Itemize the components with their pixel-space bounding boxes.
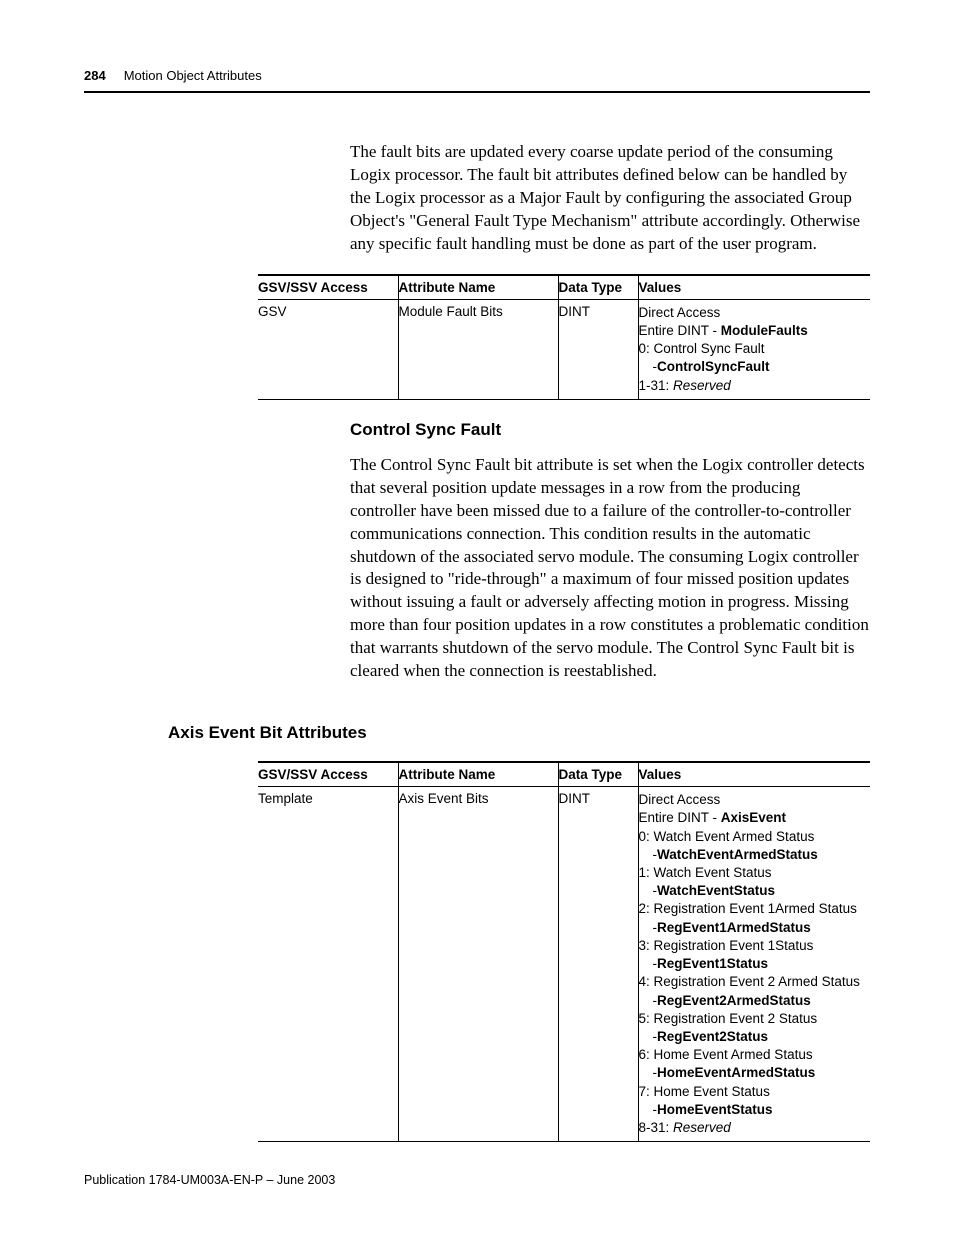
- axis-event-bit-attributes-heading: Axis Event Bit Attributes: [168, 723, 870, 743]
- col-header-name: Attribute Name: [398, 762, 558, 787]
- value-line: -RegEvent1ArmedStatus: [639, 919, 863, 937]
- value-line: Direct Access: [639, 791, 863, 809]
- cell-type: DINT: [558, 299, 638, 399]
- axis-event-bits-table: GSV/SSV Access Attribute Name Data Type …: [258, 761, 870, 1142]
- table-row: GSV Module Fault Bits DINT Direct Access…: [258, 299, 870, 399]
- col-header-name: Attribute Name: [398, 275, 558, 300]
- value-line: -RegEvent1Status: [639, 955, 863, 973]
- value-line: 2: Registration Event 1Armed Status: [639, 900, 863, 918]
- value-line: Entire DINT - ModuleFaults: [639, 322, 863, 340]
- table-row: Template Axis Event Bits DINT Direct Acc…: [258, 787, 870, 1142]
- cell-access: GSV: [258, 299, 398, 399]
- value-line: 3: Registration Event 1Status: [639, 937, 863, 955]
- col-header-values: Values: [638, 275, 870, 300]
- value-line: -HomeEventStatus: [639, 1101, 863, 1119]
- control-sync-fault-paragraph: The Control Sync Fault bit attribute is …: [350, 454, 870, 683]
- module-fault-bits-table: GSV/SSV Access Attribute Name Data Type …: [258, 274, 870, 400]
- value-line: -RegEvent2ArmedStatus: [639, 992, 863, 1010]
- publication-footer: Publication 1784-UM003A-EN-P – June 2003: [84, 1173, 335, 1187]
- value-line: 0: Control Sync Fault: [639, 340, 863, 358]
- col-header-type: Data Type: [558, 762, 638, 787]
- value-line: 0: Watch Event Armed Status: [639, 828, 863, 846]
- table-header-row: GSV/SSV Access Attribute Name Data Type …: [258, 275, 870, 300]
- value-line: 8-31: Reserved: [639, 1119, 863, 1137]
- value-line: -WatchEventStatus: [639, 882, 863, 900]
- value-line: 1: Watch Event Status: [639, 864, 863, 882]
- page-number: 284: [84, 68, 106, 83]
- value-line: Direct Access: [639, 304, 863, 322]
- value-line: -ControlSyncFault: [639, 358, 863, 376]
- cell-values: Direct Access Entire DINT - AxisEvent 0:…: [638, 787, 870, 1142]
- value-line: 6: Home Event Armed Status: [639, 1046, 863, 1064]
- value-line: 5: Registration Event 2 Status: [639, 1010, 863, 1028]
- control-sync-fault-heading: Control Sync Fault: [350, 420, 870, 440]
- cell-access: Template: [258, 787, 398, 1142]
- cell-name: Axis Event Bits: [398, 787, 558, 1142]
- value-line: -RegEvent2Status: [639, 1028, 863, 1046]
- table-header-row: GSV/SSV Access Attribute Name Data Type …: [258, 762, 870, 787]
- value-line: -HomeEventArmedStatus: [639, 1064, 863, 1082]
- value-line: -WatchEventArmedStatus: [639, 846, 863, 864]
- value-line: 4: Registration Event 2 Armed Status: [639, 973, 863, 991]
- value-line: Entire DINT - AxisEvent: [639, 809, 863, 827]
- col-header-access: GSV/SSV Access: [258, 762, 398, 787]
- value-line: 1-31: Reserved: [639, 377, 863, 395]
- intro-paragraph: The fault bits are updated every coarse …: [350, 141, 870, 256]
- page-header: 284 Motion Object Attributes: [84, 68, 870, 83]
- cell-type: DINT: [558, 787, 638, 1142]
- cell-values: Direct Access Entire DINT - ModuleFaults…: [638, 299, 870, 399]
- col-header-access: GSV/SSV Access: [258, 275, 398, 300]
- value-line: 7: Home Event Status: [639, 1083, 863, 1101]
- col-header-type: Data Type: [558, 275, 638, 300]
- header-rule: [84, 91, 870, 93]
- cell-name: Module Fault Bits: [398, 299, 558, 399]
- col-header-values: Values: [638, 762, 870, 787]
- chapter-title: Motion Object Attributes: [124, 68, 262, 83]
